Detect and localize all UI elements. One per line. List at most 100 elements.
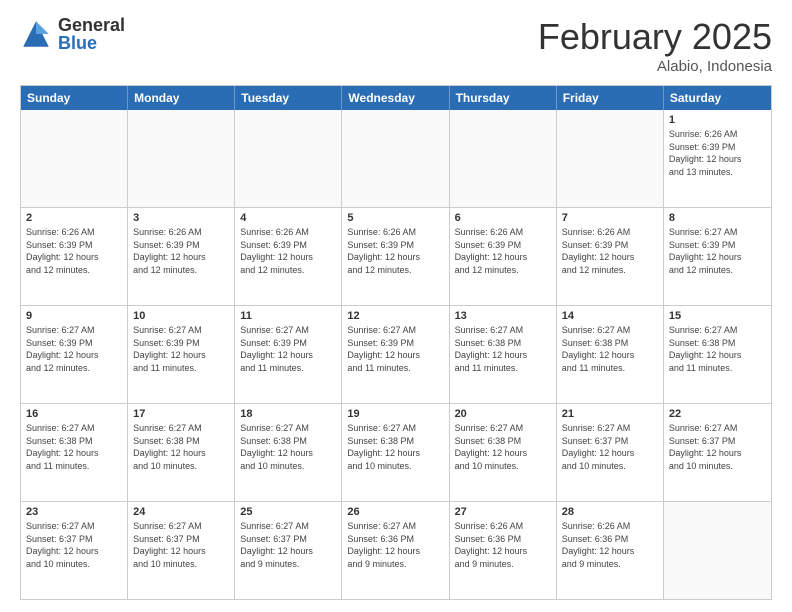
- cell-info: Sunrise: 6:27 AM Sunset: 6:37 PM Dayligh…: [562, 422, 658, 472]
- day-number: 2: [26, 212, 122, 224]
- day-number: 28: [562, 506, 658, 518]
- cell-info: Sunrise: 6:27 AM Sunset: 6:39 PM Dayligh…: [240, 324, 336, 374]
- calendar-body: 1 Sunrise: 6:26 AM Sunset: 6:39 PM Daylig…: [21, 110, 771, 599]
- calendar-header-cell: Thursday: [450, 86, 557, 110]
- calendar-header-cell: Tuesday: [235, 86, 342, 110]
- cell-info: Sunrise: 6:27 AM Sunset: 6:39 PM Dayligh…: [669, 226, 766, 276]
- cell-info: Sunrise: 6:27 AM Sunset: 6:39 PM Dayligh…: [133, 324, 229, 374]
- calendar-header-cell: Wednesday: [342, 86, 449, 110]
- calendar-cell: 7 Sunrise: 6:26 AM Sunset: 6:39 PM Daylig…: [557, 208, 664, 305]
- cell-info: Sunrise: 6:27 AM Sunset: 6:38 PM Dayligh…: [26, 422, 122, 472]
- cell-info: Sunrise: 6:27 AM Sunset: 6:38 PM Dayligh…: [455, 422, 551, 472]
- day-number: 18: [240, 408, 336, 420]
- calendar-cell: 3 Sunrise: 6:26 AM Sunset: 6:39 PM Daylig…: [128, 208, 235, 305]
- calendar-cell: 26 Sunrise: 6:27 AM Sunset: 6:36 PM Dayli…: [342, 502, 449, 599]
- calendar-header-cell: Friday: [557, 86, 664, 110]
- calendar-cell: 12 Sunrise: 6:27 AM Sunset: 6:39 PM Dayli…: [342, 306, 449, 403]
- calendar-cell: 1 Sunrise: 6:26 AM Sunset: 6:39 PM Daylig…: [664, 110, 771, 207]
- calendar-cell: 4 Sunrise: 6:26 AM Sunset: 6:39 PM Daylig…: [235, 208, 342, 305]
- calendar-header-cell: Sunday: [21, 86, 128, 110]
- cell-info: Sunrise: 6:26 AM Sunset: 6:39 PM Dayligh…: [669, 128, 766, 178]
- cell-info: Sunrise: 6:26 AM Sunset: 6:36 PM Dayligh…: [455, 520, 551, 570]
- calendar-cell: 2Sunrise: 6:26 AM Sunset: 6:39 PM Daylig…: [21, 208, 128, 305]
- calendar-cell: [342, 110, 449, 207]
- day-number: 17: [133, 408, 229, 420]
- cell-info: Sunrise: 6:27 AM Sunset: 6:38 PM Dayligh…: [240, 422, 336, 472]
- calendar-cell: [128, 110, 235, 207]
- calendar-row: 16 Sunrise: 6:27 AM Sunset: 6:38 PM Dayli…: [21, 403, 771, 501]
- calendar-subtitle: Alabio, Indonesia: [538, 58, 772, 75]
- calendar-row: 9 Sunrise: 6:27 AM Sunset: 6:39 PM Daylig…: [21, 305, 771, 403]
- calendar-cell: 9 Sunrise: 6:27 AM Sunset: 6:39 PM Daylig…: [21, 306, 128, 403]
- day-number: 21: [562, 408, 658, 420]
- day-number: 11: [240, 310, 336, 322]
- calendar-cell: 18 Sunrise: 6:27 AM Sunset: 6:38 PM Dayli…: [235, 404, 342, 501]
- day-number: 1: [669, 114, 766, 126]
- logo: General Blue: [20, 16, 125, 52]
- page: General Blue February 2025 Alabio, Indon…: [0, 0, 792, 612]
- day-number: 8: [669, 212, 766, 224]
- cell-info: Sunrise: 6:27 AM Sunset: 6:38 PM Dayligh…: [455, 324, 551, 374]
- calendar-cell: 20 Sunrise: 6:27 AM Sunset: 6:38 PM Dayli…: [450, 404, 557, 501]
- cell-info: Sunrise: 6:26 AM Sunset: 6:39 PM Dayligh…: [347, 226, 443, 276]
- calendar-row: 2 Sunrise: 6:26 AM Sunset: 6:39 PM Daylig…: [21, 207, 771, 305]
- day-number: 26: [347, 506, 443, 518]
- calendar-cell: 27 Sunrise: 6:26 AM Sunset: 6:36 PM Dayli…: [450, 502, 557, 599]
- calendar-cell: 5 Sunrise: 6:26 AM Sunset: 6:39 PM Daylig…: [342, 208, 449, 305]
- calendar-header: SundayMondayTuesdayWednesdayThursdayFrid…: [21, 86, 771, 110]
- logo-text: General Blue: [58, 16, 125, 52]
- day-number: 5: [347, 212, 443, 224]
- calendar-cell: 23Sunrise: 6:27 AM Sunset: 6:37 PM Dayli…: [21, 502, 128, 599]
- day-number: 24: [133, 506, 229, 518]
- day-number: 19: [347, 408, 443, 420]
- cell-info: Sunrise: 6:27 AM Sunset: 6:36 PM Dayligh…: [347, 520, 443, 570]
- header: General Blue February 2025 Alabio, Indon…: [20, 16, 772, 75]
- cell-info: Sunrise: 6:26 AM Sunset: 6:36 PM Dayligh…: [562, 520, 658, 570]
- calendar-title: February 2025: [538, 16, 772, 58]
- calendar-cell: 17 Sunrise: 6:27 AM Sunset: 6:38 PM Dayli…: [128, 404, 235, 501]
- calendar-header-cell: Monday: [128, 86, 235, 110]
- calendar-cell: 8 Sunrise: 6:27 AM Sunset: 6:39 PM Daylig…: [664, 208, 771, 305]
- cell-info: Sunrise: 6:27 AM Sunset: 6:37 PM Dayligh…: [240, 520, 336, 570]
- day-number: 22: [669, 408, 766, 420]
- day-number: 9: [26, 310, 122, 322]
- calendar-cell: 24 Sunrise: 6:27 AM Sunset: 6:37 PM Dayli…: [128, 502, 235, 599]
- cell-info: Sunrise: 6:26 AM Sunset: 6:39 PM Dayligh…: [133, 226, 229, 276]
- day-number: 27: [455, 506, 551, 518]
- calendar-cell: [557, 110, 664, 207]
- calendar-cell: [235, 110, 342, 207]
- cell-info: Sunrise: 6:26 AM Sunset: 6:39 PM Dayligh…: [562, 226, 658, 276]
- day-number: 25: [240, 506, 336, 518]
- day-number: 16: [26, 408, 122, 420]
- day-number: 20: [455, 408, 551, 420]
- day-number: 23: [26, 506, 122, 518]
- calendar-cell: 25 Sunrise: 6:27 AM Sunset: 6:37 PM Dayli…: [235, 502, 342, 599]
- cell-info: Sunrise: 6:26 AM Sunset: 6:39 PM Dayligh…: [240, 226, 336, 276]
- cell-info: Sunrise: 6:27 AM Sunset: 6:39 PM Dayligh…: [347, 324, 443, 374]
- calendar-cell: 28 Sunrise: 6:26 AM Sunset: 6:36 PM Dayli…: [557, 502, 664, 599]
- calendar-header-cell: Saturday: [664, 86, 771, 110]
- day-number: 3: [133, 212, 229, 224]
- title-block: February 2025 Alabio, Indonesia: [538, 16, 772, 75]
- cell-info: Sunrise: 6:27 AM Sunset: 6:38 PM Dayligh…: [347, 422, 443, 472]
- calendar-cell: 14Sunrise: 6:27 AM Sunset: 6:38 PM Dayli…: [557, 306, 664, 403]
- calendar: SundayMondayTuesdayWednesdayThursdayFrid…: [20, 85, 772, 600]
- day-number: 4: [240, 212, 336, 224]
- calendar-cell: [450, 110, 557, 207]
- cell-info: Sunrise: 6:27 AM Sunset: 6:39 PM Dayligh…: [26, 324, 122, 374]
- day-number: 7: [562, 212, 658, 224]
- calendar-cell: 22 Sunrise: 6:27 AM Sunset: 6:37 PM Dayli…: [664, 404, 771, 501]
- calendar-cell: [664, 502, 771, 599]
- day-number: 14: [562, 310, 658, 322]
- calendar-cell: 16 Sunrise: 6:27 AM Sunset: 6:38 PM Dayli…: [21, 404, 128, 501]
- logo-blue-text: Blue: [58, 34, 125, 52]
- day-number: 12: [347, 310, 443, 322]
- calendar-row: 23 Sunrise: 6:27 AM Sunset: 6:37 PM Dayli…: [21, 501, 771, 599]
- calendar-cell: 6Sunrise: 6:26 AM Sunset: 6:39 PM Daylig…: [450, 208, 557, 305]
- day-number: 10: [133, 310, 229, 322]
- day-number: 13: [455, 310, 551, 322]
- cell-info: Sunrise: 6:27 AM Sunset: 6:38 PM Dayligh…: [669, 324, 766, 374]
- cell-info: Sunrise: 6:27 AM Sunset: 6:37 PM Dayligh…: [669, 422, 766, 472]
- cell-info: Sunrise: 6:27 AM Sunset: 6:37 PM Dayligh…: [133, 520, 229, 570]
- cell-info: Sunrise: 6:27 AM Sunset: 6:38 PM Dayligh…: [133, 422, 229, 472]
